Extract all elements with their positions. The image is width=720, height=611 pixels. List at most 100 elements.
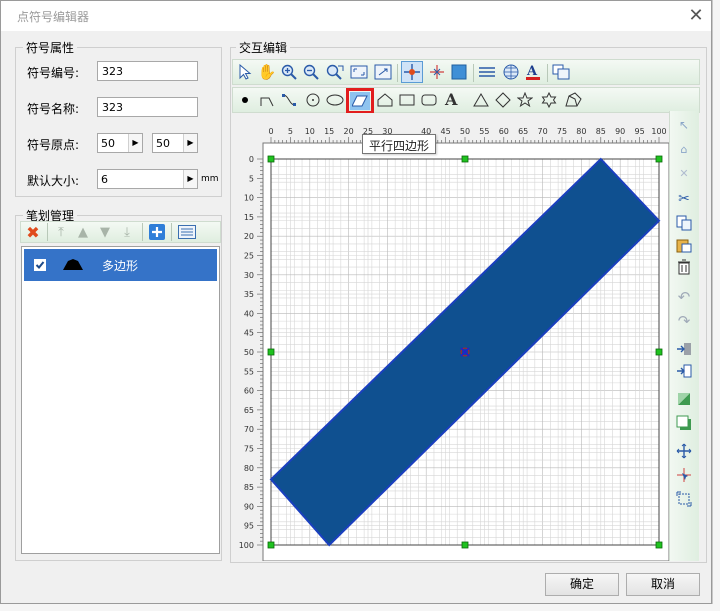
top-ruler-label: 90 xyxy=(615,127,625,136)
toolbar-separator xyxy=(47,223,48,241)
fill-rect-icon[interactable] xyxy=(449,62,469,82)
export-icon[interactable] xyxy=(674,361,694,381)
stroke-list: 多边形 xyxy=(21,246,220,554)
diamond-tool-icon[interactable] xyxy=(493,90,513,110)
full-extent-icon[interactable] xyxy=(349,62,369,82)
redo-icon[interactable]: ↷ xyxy=(674,311,694,331)
copy-icon[interactable] xyxy=(674,213,694,233)
triangle-tool-icon[interactable] xyxy=(471,90,491,110)
left-ruler-label: 80 xyxy=(244,464,254,473)
top-ruler-label: 85 xyxy=(596,127,606,136)
trash-icon[interactable] xyxy=(674,257,694,277)
zoom-out-icon[interactable] xyxy=(301,62,321,82)
polygon-shape-tool-icon[interactable] xyxy=(563,90,583,110)
pointer-icon[interactable] xyxy=(235,62,255,82)
tooltip: 平行四边形 xyxy=(362,134,437,154)
properties-icon[interactable] xyxy=(177,222,197,242)
polyline-tool-icon[interactable] xyxy=(257,90,277,110)
origin-y-stepper[interactable]: 50 ▶ xyxy=(152,133,198,153)
top-ruler-label: 15 xyxy=(324,127,334,136)
list-item[interactable]: 多边形 xyxy=(24,249,217,281)
default-size-value: 6 xyxy=(101,173,108,186)
move-down-icon[interactable]: ▼ xyxy=(95,222,115,242)
edit-toolbar-2: A xyxy=(232,87,700,114)
circle-tool-icon[interactable] xyxy=(303,90,323,110)
symbol-name-input[interactable] xyxy=(97,97,198,117)
move-top-icon[interactable]: ⤒ xyxy=(51,222,71,242)
point-tool-icon[interactable] xyxy=(235,90,255,110)
left-ruler-label: 70 xyxy=(244,425,254,434)
move-up-icon[interactable]: ▲ xyxy=(73,222,93,242)
title-bar: 点符号编辑器 ✕ xyxy=(1,1,711,31)
zoom-fit-icon[interactable] xyxy=(325,62,345,82)
ok-button[interactable]: 确定 xyxy=(545,573,619,596)
zoom-in-icon[interactable] xyxy=(279,62,299,82)
delete-icon[interactable]: ✖ xyxy=(23,222,43,242)
top-ruler-label: 55 xyxy=(479,127,489,136)
left-ruler-label: 5 xyxy=(249,174,254,183)
selection-handle xyxy=(461,155,469,163)
left-ruler-label: 95 xyxy=(244,522,254,531)
top-ruler-label: 60 xyxy=(499,127,509,136)
left-ruler-label: 35 xyxy=(244,290,254,299)
toolbar-separator xyxy=(547,64,548,82)
rectangle-tool-icon[interactable] xyxy=(397,90,417,110)
top-ruler-label: 95 xyxy=(635,127,645,136)
refresh-icon[interactable] xyxy=(373,62,393,82)
star-tool-icon[interactable] xyxy=(515,90,535,110)
rounded-rect-tool-icon[interactable] xyxy=(419,90,439,110)
ellipse-tool-icon[interactable] xyxy=(325,90,345,110)
origin-y-arrow-icon[interactable]: ▶ xyxy=(183,134,197,152)
parallelogram-tool-icon[interactable] xyxy=(346,88,374,114)
shadow-icon[interactable] xyxy=(674,413,694,433)
cut-icon[interactable]: ✂ xyxy=(674,189,694,209)
gradient-icon[interactable] xyxy=(674,389,694,409)
edit-toolbar-1: ✋ A xyxy=(232,59,700,85)
paste-icon[interactable] xyxy=(674,235,694,255)
cancel-button[interactable]: 取消 xyxy=(626,573,700,596)
left-ruler-label: 100 xyxy=(239,541,254,550)
move-bottom-icon[interactable]: ⤓ xyxy=(117,222,137,242)
grid-icon[interactable] xyxy=(501,62,521,82)
edit-shape-icon[interactable]: ⌂ xyxy=(674,139,694,159)
selection-handle xyxy=(267,348,275,356)
selection-handle xyxy=(267,155,275,163)
left-ruler-label: 45 xyxy=(244,329,254,338)
text-tool-icon[interactable]: A xyxy=(441,89,461,109)
layer-window-icon[interactable] xyxy=(551,62,571,82)
top-ruler-label: 20 xyxy=(344,127,354,136)
snap-tool-icon[interactable] xyxy=(427,62,447,82)
node-tool-icon[interactable]: ✕ xyxy=(674,163,694,183)
checkbox[interactable] xyxy=(34,259,46,271)
curve-tool-icon[interactable] xyxy=(279,90,299,110)
default-size-stepper[interactable]: 6 ▶ xyxy=(97,169,198,189)
bounding-box-icon[interactable] xyxy=(674,489,694,509)
line-style-icon[interactable] xyxy=(477,62,497,82)
selection-handle xyxy=(655,155,663,163)
symbol-origin-label: 符号原点: xyxy=(27,138,80,152)
origin-x-arrow-icon[interactable]: ▶ xyxy=(128,134,142,152)
origin-tool-icon[interactable] xyxy=(401,61,423,83)
import-icon[interactable] xyxy=(674,339,694,359)
toolbar-separator xyxy=(171,223,172,241)
pentagon-tool-icon[interactable] xyxy=(375,90,395,110)
default-size-arrow-icon[interactable]: ▶ xyxy=(183,170,197,188)
toolbar-separator xyxy=(473,64,474,82)
pan-hand-icon[interactable]: ✋ xyxy=(257,62,277,82)
anchor-point-icon[interactable] xyxy=(674,465,694,485)
origin-x-stepper[interactable]: 50 ▶ xyxy=(97,133,143,153)
add-stroke-icon[interactable] xyxy=(147,222,167,242)
close-icon[interactable]: ✕ xyxy=(683,3,709,29)
text-color-icon[interactable]: A xyxy=(523,62,543,82)
left-ruler-label: 15 xyxy=(244,213,254,222)
drawing-canvas[interactable]: 0055101015152020252530303540404545505055… xyxy=(233,113,673,561)
polygon-icon xyxy=(62,258,84,275)
select-node-icon[interactable]: ↖ xyxy=(674,115,694,135)
symbol-code-input[interactable] xyxy=(97,61,198,81)
left-ruler-label: 85 xyxy=(244,483,254,492)
move-center-icon[interactable] xyxy=(674,441,694,461)
top-ruler-label: 65 xyxy=(518,127,528,136)
six-point-star-tool-icon[interactable] xyxy=(539,90,559,110)
top-ruler-label: 45 xyxy=(441,127,451,136)
undo-icon[interactable]: ↶ xyxy=(674,287,694,307)
